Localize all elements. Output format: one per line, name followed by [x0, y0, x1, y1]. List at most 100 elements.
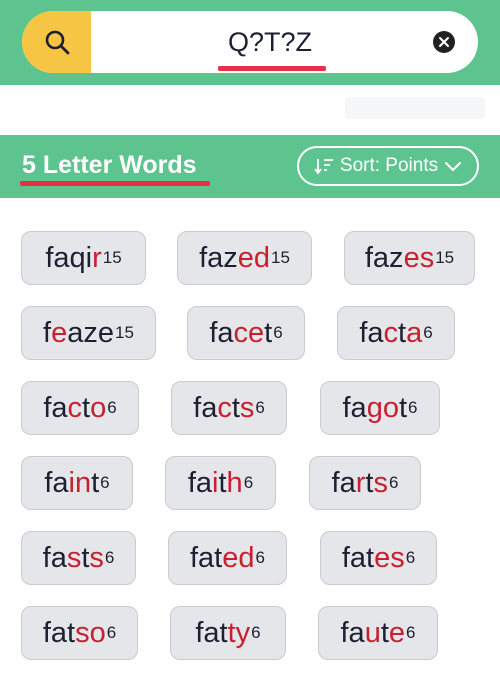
- matched-letters: e: [388, 616, 406, 649]
- matched-letters: o: [90, 391, 107, 424]
- chevron-down-icon: [445, 162, 462, 171]
- matched-letters: ce: [233, 316, 265, 349]
- section-title: 5 Letter Words: [22, 151, 197, 179]
- word-text: fates: [342, 542, 405, 575]
- word-tile[interactable]: faith 6: [165, 456, 276, 510]
- word-text: fasts: [43, 542, 104, 575]
- matched-letters: u: [364, 616, 381, 649]
- section-header: 5 Letter Words Sort: Points: [0, 135, 500, 198]
- word-letters: t: [398, 391, 408, 424]
- word-tile[interactable]: fated 6: [168, 531, 287, 585]
- word-text: facet: [209, 317, 272, 350]
- word-tile[interactable]: fates 6: [320, 531, 437, 585]
- word-tile[interactable]: faint 6: [21, 456, 133, 510]
- matched-letters: r: [355, 466, 366, 499]
- matched-letters: ty: [227, 616, 251, 649]
- word-text: faqir: [45, 242, 101, 275]
- search-band: Q?T?Z: [0, 0, 500, 85]
- word-letters: fa: [42, 541, 67, 574]
- close-circle-icon: [439, 37, 449, 47]
- matched-letters: ed: [222, 541, 255, 574]
- word-tile[interactable]: fazes 15: [344, 231, 475, 285]
- word-letters: t: [264, 316, 273, 349]
- search-query-underline: [218, 66, 326, 71]
- search-input[interactable]: Q?T?Z: [132, 11, 408, 73]
- magnifier-icon: [45, 30, 69, 55]
- word-letters: fa: [43, 391, 68, 424]
- word-letters: t: [380, 616, 389, 649]
- word-letters: t: [218, 466, 227, 499]
- word-letters: fat: [42, 616, 76, 649]
- word-tile[interactable]: fazed 15: [177, 231, 312, 285]
- word-tile[interactable]: facto 6: [21, 381, 139, 435]
- word-text: facts: [193, 392, 254, 425]
- word-tile[interactable]: fagot 6: [320, 381, 440, 435]
- word-text: fazes: [365, 242, 434, 275]
- word-letters: faz: [364, 241, 404, 274]
- word-text: fatso: [43, 617, 106, 650]
- word-points: 6: [255, 398, 265, 417]
- word-points: 6: [100, 473, 110, 492]
- word-points: 6: [273, 323, 283, 342]
- word-letters: fa: [331, 466, 356, 499]
- word-tile[interactable]: fasts 6: [21, 531, 136, 585]
- word-text: farts: [332, 467, 388, 500]
- ad-placeholder: [0, 85, 500, 135]
- word-letters: fat: [195, 616, 228, 649]
- word-text: faute: [341, 617, 406, 650]
- word-letters: fa: [44, 466, 69, 499]
- word-points: 6: [406, 623, 416, 642]
- word-letters: aze: [67, 316, 115, 349]
- word-points: 6: [243, 473, 254, 492]
- matched-letters: s: [239, 391, 255, 424]
- matched-letters: r: [92, 241, 102, 274]
- word-text: faith: [188, 467, 243, 500]
- matched-letters: e: [51, 316, 68, 349]
- matched-letters: c: [217, 391, 232, 424]
- word-text: facto: [43, 392, 106, 425]
- matched-letters: s: [373, 466, 388, 499]
- word-tile[interactable]: facts 6: [171, 381, 287, 435]
- word-letters: fat: [341, 541, 375, 574]
- word-tile[interactable]: faqir 15: [21, 231, 146, 285]
- word-points: 6: [423, 323, 433, 342]
- word-points: 6: [255, 548, 265, 567]
- matched-letters: c: [383, 316, 399, 349]
- matched-letters: h: [226, 466, 243, 499]
- word-tile[interactable]: faute 6: [318, 606, 438, 660]
- word-points: 6: [106, 623, 117, 642]
- search-bar[interactable]: Q?T?Z: [22, 11, 478, 73]
- word-letters: fa: [187, 466, 213, 499]
- word-text: feaze: [43, 317, 114, 350]
- word-letters: faz: [199, 241, 238, 274]
- word-letters: fa: [45, 241, 70, 274]
- clear-search-button[interactable]: [433, 31, 455, 53]
- word-letters: fat: [190, 541, 223, 574]
- word-letters: t: [231, 391, 240, 424]
- word-text: fatty: [195, 617, 250, 650]
- word-text: faint: [44, 467, 99, 500]
- word-tile[interactable]: facet 6: [187, 306, 305, 360]
- word-tile[interactable]: fatso 6: [21, 606, 138, 660]
- word-letters: fa: [209, 316, 234, 349]
- word-letters: f: [43, 316, 52, 349]
- word-tile[interactable]: fatty 6: [170, 606, 286, 660]
- word-points: 6: [405, 548, 416, 567]
- word-tile[interactable]: facta 6: [337, 306, 455, 360]
- sort-descending-icon: [314, 159, 333, 175]
- word-letters: t: [398, 316, 407, 349]
- matched-letters: es: [403, 241, 435, 274]
- word-points: 6: [251, 623, 261, 642]
- matched-letters: s: [89, 541, 104, 574]
- word-tile[interactable]: feaze 15: [21, 306, 156, 360]
- sort-button[interactable]: Sort: Points: [297, 146, 479, 186]
- ghost-bar: [345, 97, 485, 119]
- word-letters: fa: [193, 391, 218, 424]
- word-letters: t: [82, 391, 91, 424]
- matched-letters: s: [66, 541, 82, 574]
- search-button[interactable]: [22, 11, 91, 73]
- matched-letters: in: [68, 466, 92, 499]
- word-tile[interactable]: farts 6: [309, 456, 421, 510]
- word-letters: fa: [359, 316, 384, 349]
- section-title-underline: [20, 181, 210, 186]
